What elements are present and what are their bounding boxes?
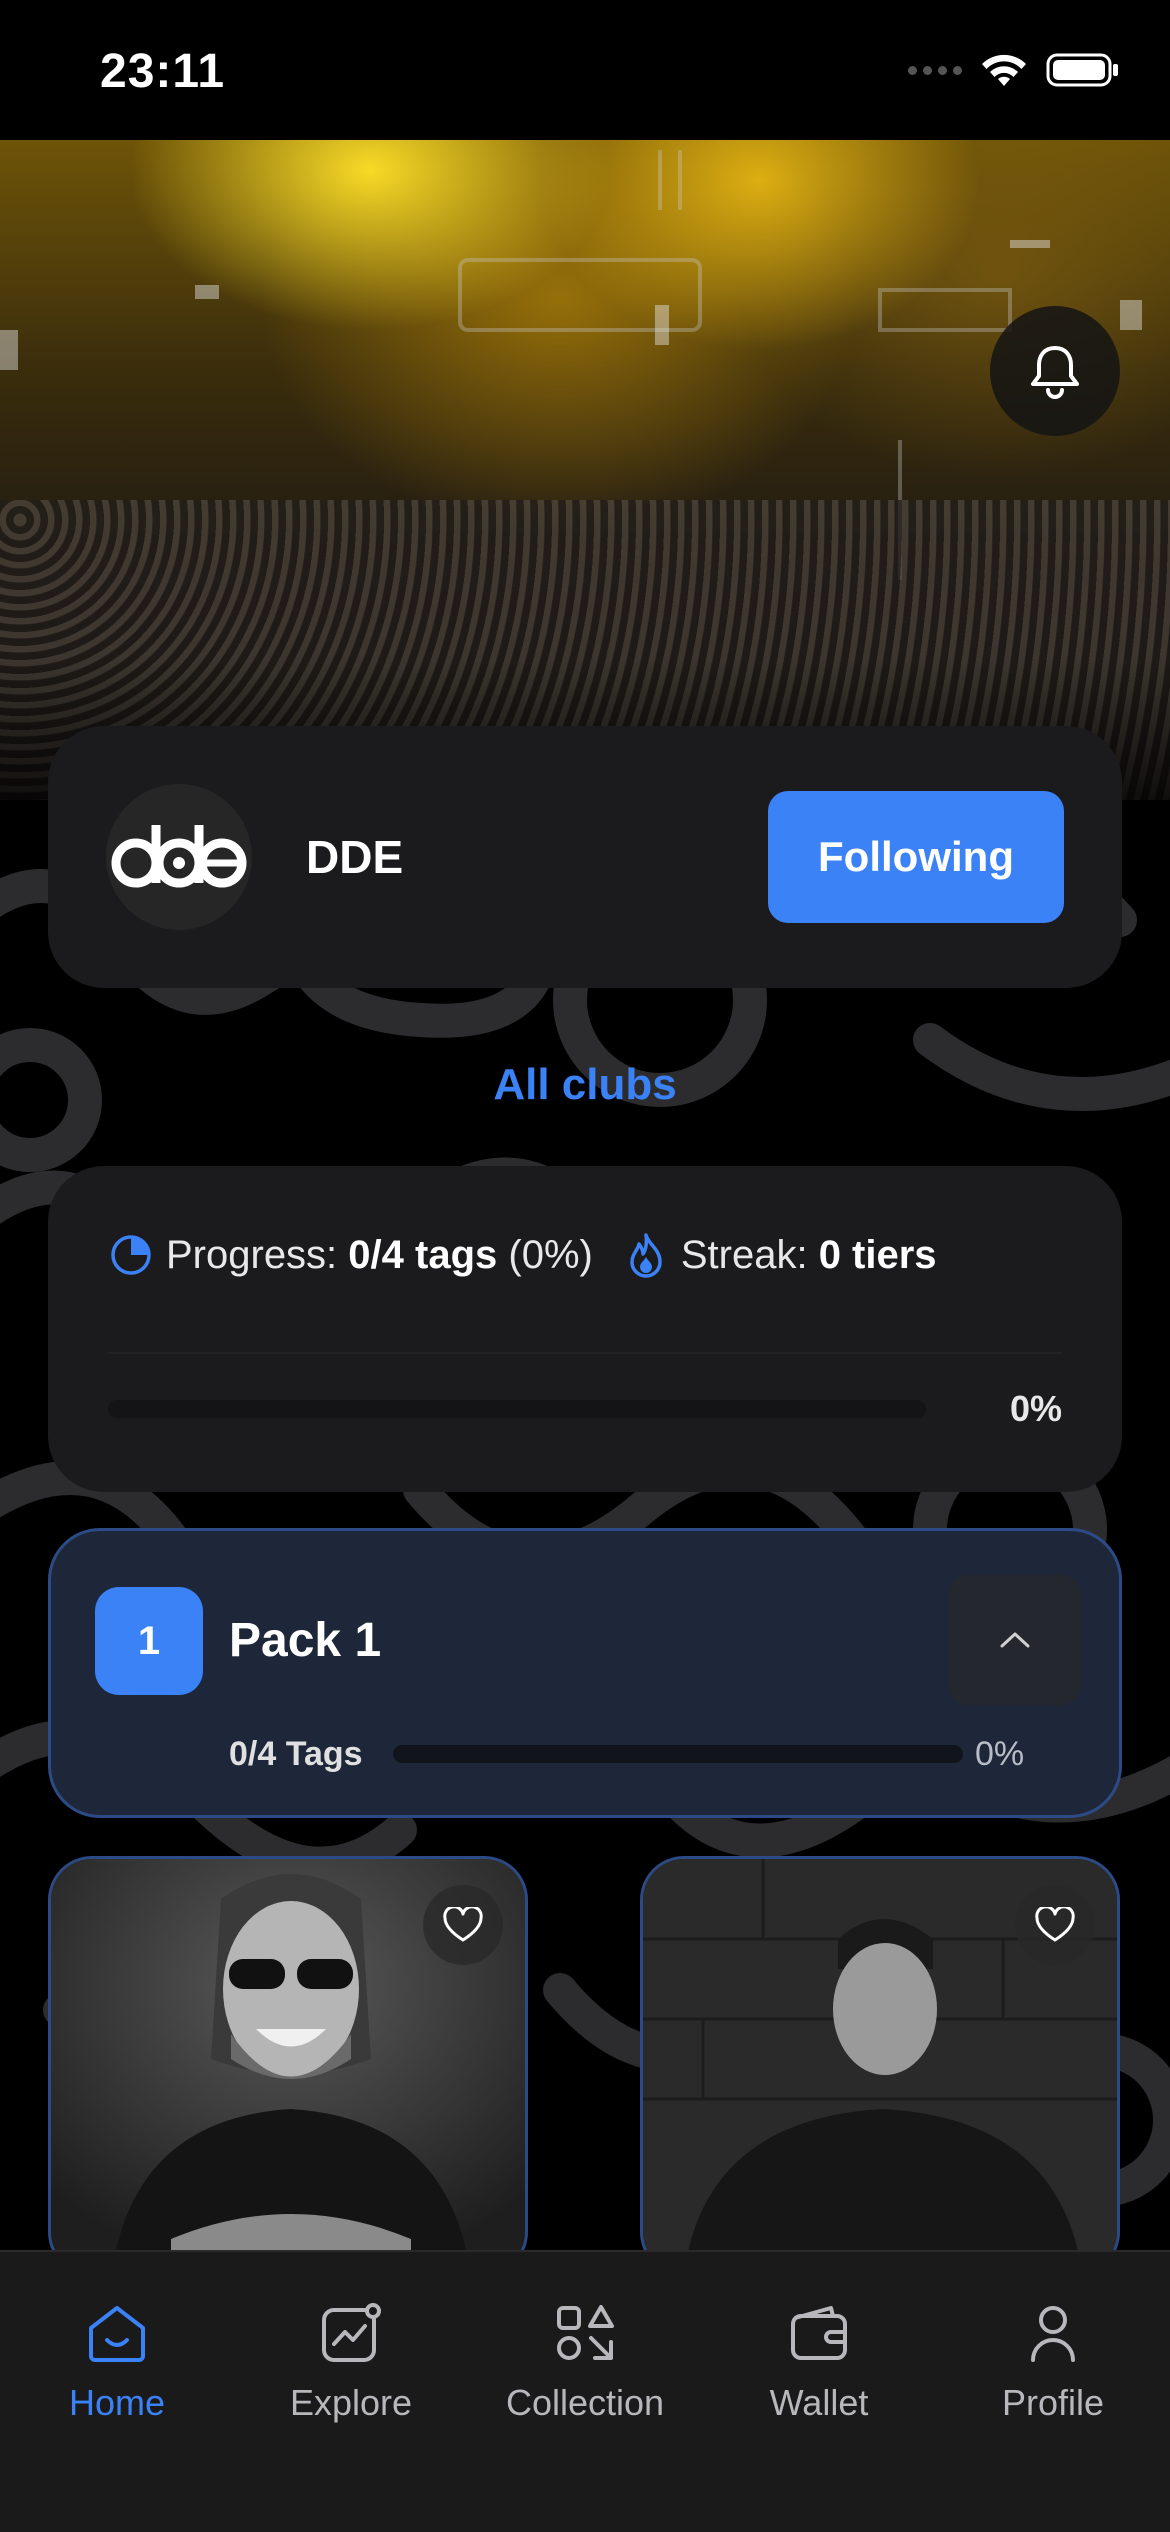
cellular-signal-icon bbox=[908, 65, 962, 75]
progress-bar bbox=[108, 1400, 926, 1418]
bottom-tab-bar: Home Explore Collection Wallet Profile bbox=[0, 2250, 1170, 2532]
status-icons bbox=[908, 52, 1120, 88]
progress-tags-value: 0/4 tags bbox=[348, 1232, 498, 1277]
club-hero-image bbox=[0, 140, 1170, 800]
heart-icon bbox=[443, 1907, 483, 1942]
tab-label: Explore bbox=[289, 2382, 413, 2423]
progress-card: Progress: 0/4 tags (0%) Streak: 0 tiers … bbox=[48, 1166, 1122, 1492]
battery-icon bbox=[1046, 53, 1118, 87]
streak-value: 0 tiers bbox=[818, 1232, 937, 1277]
progress-tags-percent: (0%) bbox=[508, 1232, 593, 1277]
club-name: DDE bbox=[306, 831, 404, 883]
bell-icon bbox=[1031, 346, 1079, 399]
tab-explore[interactable]: Explore bbox=[234, 2298, 468, 2424]
favorite-button[interactable] bbox=[423, 1885, 503, 1965]
tab-wallet[interactable]: Wallet bbox=[702, 2298, 936, 2424]
following-button[interactable]: Following bbox=[768, 791, 1064, 923]
flame-icon bbox=[623, 1232, 669, 1278]
pack-percent: 0% bbox=[975, 1735, 1025, 1773]
home-icon bbox=[82, 2298, 152, 2368]
pack-number-badge: 1 bbox=[95, 1587, 203, 1695]
progress-divider bbox=[108, 1352, 1062, 1354]
pie-chart-icon bbox=[108, 1232, 154, 1278]
pack-title: Pack 1 bbox=[229, 1614, 382, 1667]
wifi-icon bbox=[982, 54, 1026, 86]
artist-card[interactable] bbox=[48, 1856, 528, 2276]
streak-label: Streak: bbox=[680, 1232, 808, 1277]
pack-card[interactable]: 1 Pack 1 0/4 Tags 0% bbox=[48, 1528, 1122, 1818]
pack-tags-count: 0/4 Tags bbox=[229, 1735, 363, 1773]
club-logo[interactable] bbox=[106, 784, 252, 930]
notification-button[interactable] bbox=[990, 306, 1120, 436]
heart-icon bbox=[1035, 1907, 1075, 1942]
progress-label: Progress: bbox=[166, 1232, 338, 1277]
wallet-icon bbox=[784, 2298, 854, 2368]
all-clubs-link[interactable]: All clubs bbox=[0, 1060, 1170, 1110]
pack-progress-bar bbox=[393, 1745, 963, 1763]
tab-home[interactable]: Home bbox=[0, 2298, 234, 2424]
status-bar: 23:11 bbox=[0, 0, 1170, 140]
tab-label: Wallet bbox=[769, 2382, 869, 2423]
collapse-pack-button[interactable] bbox=[949, 1575, 1081, 1705]
profile-icon bbox=[1018, 2298, 1088, 2368]
tab-collection[interactable]: Collection bbox=[468, 2298, 702, 2424]
tab-label: Home bbox=[68, 2382, 166, 2423]
chevron-up-icon bbox=[1000, 1632, 1030, 1648]
progress-summary: Progress: 0/4 tags (0%) Streak: 0 tiers bbox=[108, 1232, 937, 1278]
progress-percent: 0% bbox=[1009, 1388, 1062, 1429]
collection-shapes-icon bbox=[550, 2298, 620, 2368]
tab-label: Collection bbox=[505, 2382, 665, 2423]
club-card: DDE Following bbox=[48, 726, 1122, 988]
tab-label: Profile bbox=[1001, 2382, 1105, 2423]
dde-logo-icon bbox=[111, 825, 247, 888]
favorite-button[interactable] bbox=[1015, 1885, 1095, 1965]
tab-profile[interactable]: Profile bbox=[936, 2298, 1170, 2424]
explore-chart-icon bbox=[316, 2298, 386, 2368]
artist-card[interactable] bbox=[640, 1856, 1120, 2276]
status-time: 23:11 bbox=[100, 45, 226, 98]
